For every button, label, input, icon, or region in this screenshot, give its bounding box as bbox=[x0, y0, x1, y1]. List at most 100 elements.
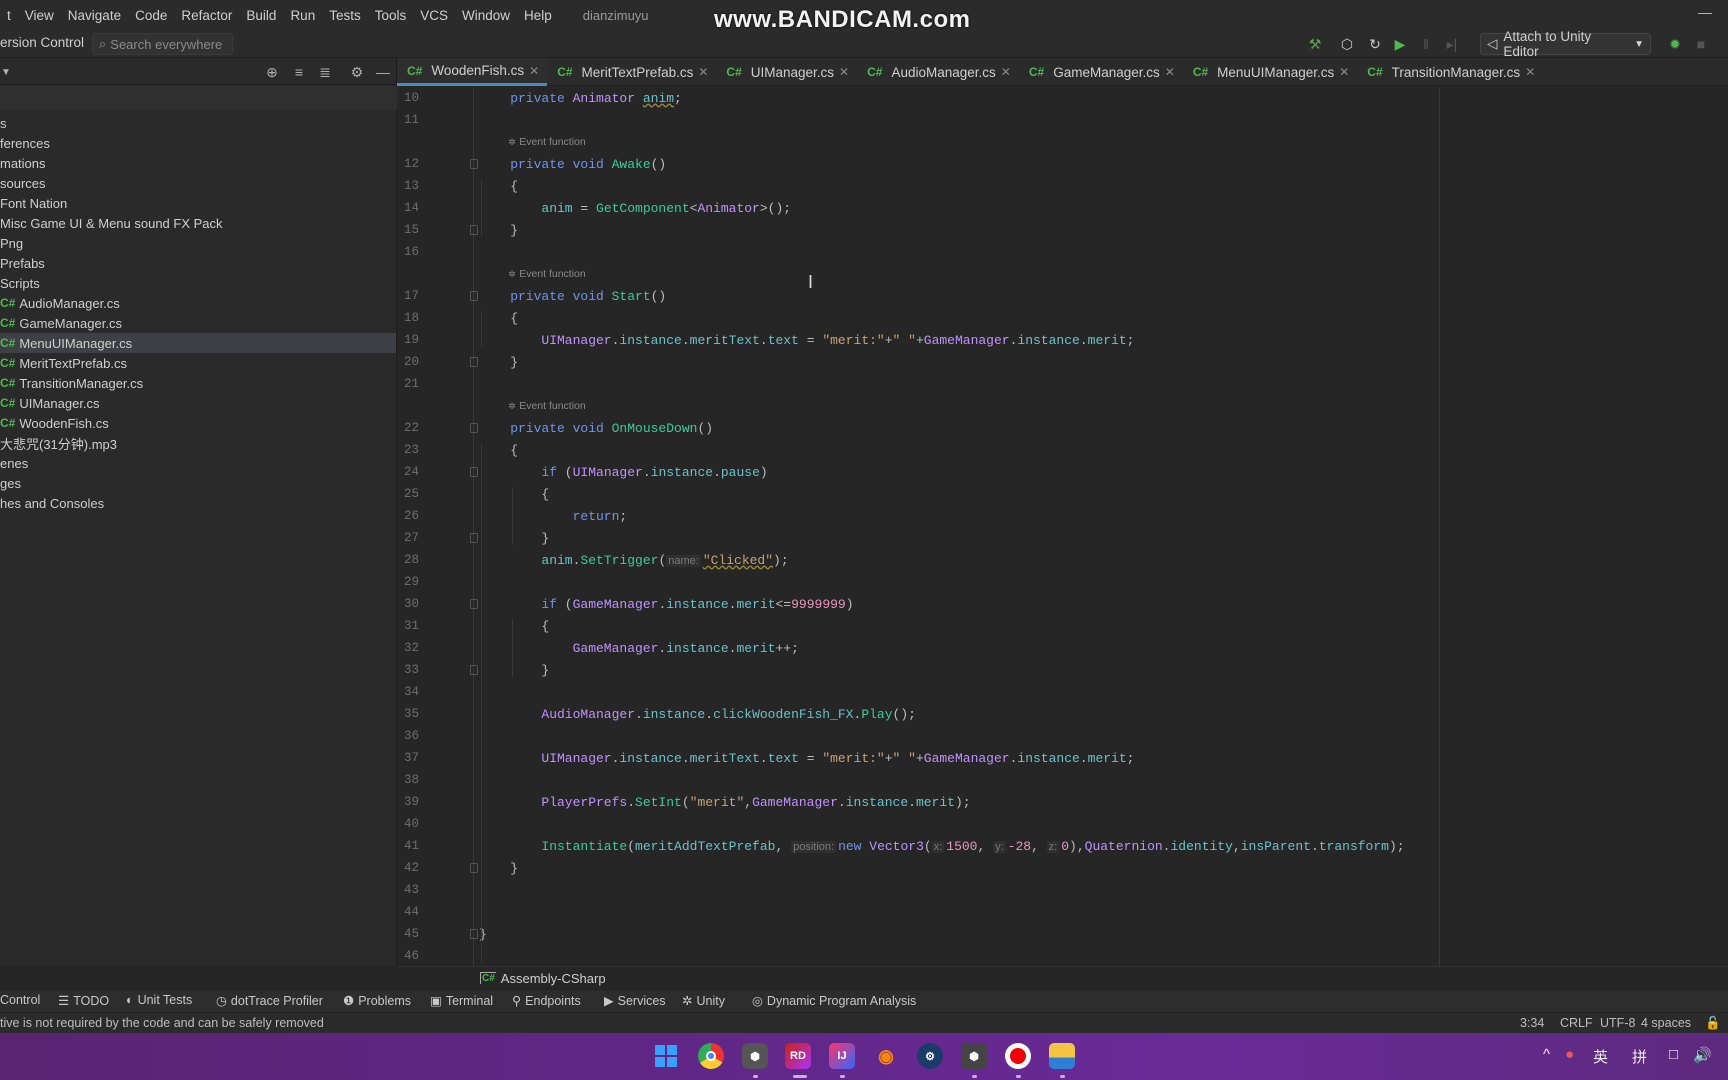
code-line[interactable]: 30 if (GameManager.instance.merit<=999999… bbox=[398, 593, 1728, 615]
fold-marker-icon[interactable] bbox=[470, 863, 478, 873]
unity-icon[interactable]: ⬢ bbox=[961, 1043, 987, 1069]
tree-item[interactable]: hes and Consoles bbox=[0, 493, 396, 513]
tree-item[interactable]: enes bbox=[0, 453, 396, 473]
close-icon[interactable]: ✕ bbox=[698, 65, 708, 79]
code-line[interactable]: 39 PlayerPrefs.SetInt("merit",GameManager… bbox=[398, 791, 1728, 813]
fold-marker-icon[interactable] bbox=[470, 599, 478, 609]
tree-item[interactable]: C# WoodenFish.cs bbox=[0, 413, 396, 433]
code-line[interactable]: 24 if (UIManager.instance.pause) bbox=[398, 461, 1728, 483]
menu-item-tools[interactable]: Tools bbox=[368, 8, 414, 23]
tree-item[interactable]: Scripts bbox=[0, 273, 396, 293]
tree-item[interactable]: ferences bbox=[0, 133, 396, 153]
event-function-hint[interactable]: Event function bbox=[519, 136, 586, 148]
file-encoding[interactable]: UTF-8 bbox=[1600, 1016, 1635, 1030]
code-line[interactable]: 21 bbox=[398, 373, 1728, 395]
gear-icon[interactable]: ⚙ bbox=[347, 62, 367, 82]
bandicam-icon[interactable] bbox=[1005, 1043, 1031, 1069]
tree-item[interactable]: Misc Game UI & Menu sound FX Pack bbox=[0, 213, 396, 233]
tab-transitionmanager[interactable]: C# TransitionManager.cs ✕ bbox=[1357, 58, 1543, 86]
expand-all-icon[interactable]: ≡ bbox=[289, 62, 309, 82]
tool-window-todo[interactable]: ☰ TODO bbox=[58, 993, 109, 1009]
close-icon[interactable]: ✕ bbox=[1165, 65, 1175, 79]
tree-item[interactable]: C# AudioManager.cs bbox=[0, 293, 396, 313]
menu-item-run[interactable]: Run bbox=[283, 8, 322, 23]
fold-marker-icon[interactable] bbox=[470, 533, 478, 543]
tool-window-unity[interactable]: ✲ Unity bbox=[682, 993, 725, 1009]
locate-icon[interactable]: ⊕ bbox=[262, 62, 282, 82]
tab-uimanager[interactable]: C# UIManager.cs ✕ bbox=[716, 58, 857, 86]
blender-icon[interactable]: ◉ bbox=[873, 1043, 899, 1069]
menu-item-help[interactable]: Help bbox=[517, 8, 559, 23]
code-line[interactable]: 28 anim.SetTrigger(name: "Clicked"); bbox=[398, 549, 1728, 571]
file-explorer-icon[interactable] bbox=[1049, 1043, 1075, 1069]
menu-item-vcs[interactable]: VCS bbox=[413, 8, 455, 23]
fold-marker-icon[interactable] bbox=[470, 159, 478, 169]
tool-window-unit-tests[interactable]: ◐ Unit Tests bbox=[126, 993, 192, 1007]
tab-audiomanager[interactable]: C# AudioManager.cs ✕ bbox=[857, 58, 1019, 86]
code-line[interactable]: 27} bbox=[398, 527, 1728, 549]
code-line[interactable]: 36 bbox=[398, 725, 1728, 747]
tree-item[interactable]: ges bbox=[0, 473, 396, 493]
pause-icon[interactable]: ‖ bbox=[1415, 34, 1437, 54]
tool-window-problems[interactable]: ❶ Problems bbox=[343, 993, 411, 1009]
menu-item-build[interactable]: Build bbox=[239, 8, 283, 23]
code-line[interactable]: 44 bbox=[398, 901, 1728, 923]
fold-marker-icon[interactable] bbox=[470, 467, 478, 477]
close-icon[interactable]: ✕ bbox=[529, 64, 539, 78]
fold-marker-icon[interactable] bbox=[470, 929, 478, 939]
tree-item[interactable]: sources bbox=[0, 173, 396, 193]
code-line[interactable]: 20} bbox=[398, 351, 1728, 373]
code-line[interactable]: 17 private void Start() bbox=[398, 285, 1728, 307]
tool-window-dynamic-program-analysis[interactable]: ◎ Dynamic Program Analysis bbox=[752, 993, 916, 1009]
code-editor[interactable]: 10 private Animator anim; 11 ✲ Event functi… bbox=[398, 87, 1728, 966]
event-function-hint[interactable]: Event function bbox=[519, 400, 586, 412]
windows-start-icon[interactable] bbox=[653, 1043, 679, 1069]
menu-item-navigate[interactable]: Navigate bbox=[61, 8, 128, 23]
code-line[interactable]: 19 UIManager.instance.meritText.text = "m… bbox=[398, 329, 1728, 351]
code-line[interactable]: 37 UIManager.instance.meritText.text = "m… bbox=[398, 747, 1728, 769]
run-icon[interactable]: ▶ bbox=[1389, 34, 1411, 54]
fold-marker-icon[interactable] bbox=[470, 423, 478, 433]
tab-merittextprefab[interactable]: C# MeritTextPrefab.cs ✕ bbox=[547, 58, 716, 86]
collapse-all-icon[interactable]: ≣ bbox=[315, 62, 335, 82]
tool-window-services[interactable]: ▶ Services bbox=[604, 993, 666, 1009]
tab-gamemanager[interactable]: C# GameManager.cs ✕ bbox=[1019, 58, 1183, 86]
code-line[interactable]: 26 return; bbox=[398, 505, 1728, 527]
code-line[interactable]: 11 bbox=[398, 109, 1728, 131]
unity-icon[interactable]: ⬡ bbox=[1336, 34, 1358, 54]
tab-woodenfish[interactable]: C# WoodenFish.cs ✕ bbox=[397, 58, 548, 86]
code-line[interactable]: 38 bbox=[398, 769, 1728, 791]
code-line[interactable]: 34 bbox=[398, 681, 1728, 703]
version-control-menu[interactable]: ersion Control bbox=[0, 35, 84, 50]
tree-item[interactable]: C# GameManager.cs bbox=[0, 313, 396, 333]
tree-item[interactable]: Png bbox=[0, 233, 396, 253]
code-line[interactable]: 35 AudioManager.instance.clickWoodenFish_… bbox=[398, 703, 1728, 725]
breadcrumb-item[interactable]: Assembly-CSharp bbox=[501, 971, 606, 986]
fold-marker-icon[interactable] bbox=[470, 665, 478, 675]
close-icon[interactable]: ✕ bbox=[839, 65, 849, 79]
debug-icon[interactable]: ✹ bbox=[1664, 34, 1686, 54]
tree-item[interactable]: 大悲咒(31分钟).mp3 bbox=[0, 433, 396, 453]
refresh-icon[interactable]: ↻ bbox=[1364, 34, 1386, 54]
tool-window-endpoints[interactable]: ⚲ Endpoints bbox=[512, 993, 581, 1009]
tree-item[interactable]: mations bbox=[0, 153, 396, 173]
code-line[interactable]: 18 { bbox=[398, 307, 1728, 329]
monitor-icon[interactable]: □ bbox=[1669, 1046, 1678, 1063]
menu-item-view[interactable]: View bbox=[18, 8, 61, 23]
rider-icon[interactable]: RD bbox=[785, 1043, 811, 1069]
close-icon[interactable]: ✕ bbox=[1339, 65, 1349, 79]
tree-item[interactable]: C# MeritTextPrefab.cs bbox=[0, 353, 396, 373]
code-line[interactable]: 15} bbox=[398, 219, 1728, 241]
speaker-icon[interactable]: 🔊 bbox=[1693, 1046, 1712, 1064]
lock-icon[interactable]: 🔓 bbox=[1705, 1016, 1721, 1031]
breadcrumb[interactable]: C# Assembly-CSharp bbox=[398, 966, 1728, 989]
code-line[interactable]: 23 { bbox=[398, 439, 1728, 461]
ime-pinyin[interactable]: 拼 bbox=[1632, 1046, 1647, 1067]
code-line[interactable]: 29 bbox=[398, 571, 1728, 593]
tree-item[interactable]: C# UIManager.cs bbox=[0, 393, 396, 413]
code-line[interactable]: 41 Instantiate(meritAddTextPrefab, positi… bbox=[398, 835, 1728, 857]
close-icon[interactable]: ✕ bbox=[1001, 65, 1011, 79]
line-ending[interactable]: CRLF bbox=[1560, 1016, 1593, 1030]
menu-item-tests[interactable]: Tests bbox=[322, 8, 368, 23]
code-line[interactable]: 31 { bbox=[398, 615, 1728, 637]
